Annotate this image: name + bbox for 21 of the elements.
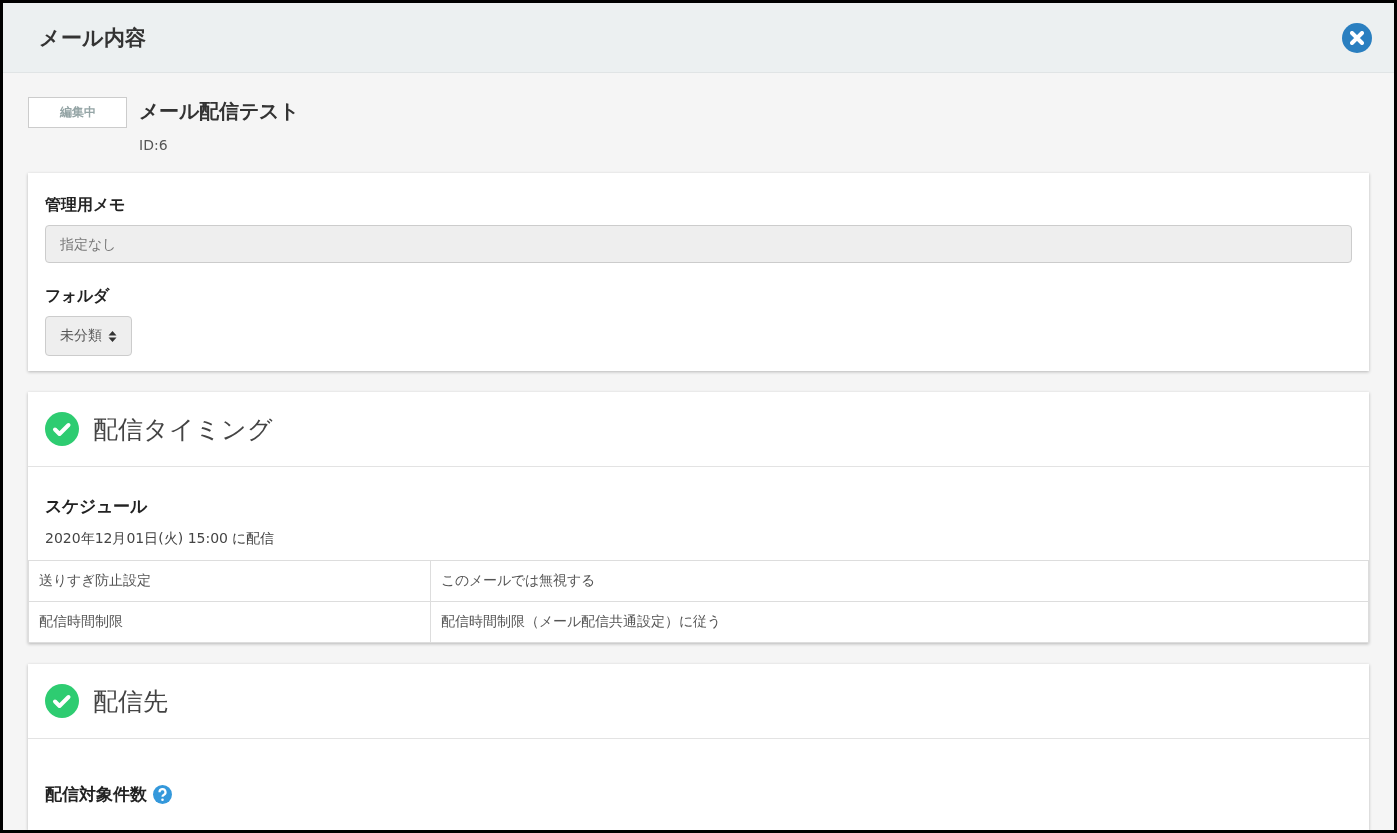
section-title: 配信タイミング [93, 413, 273, 446]
table-cell: このメールでは無視する [430, 560, 1369, 602]
memo-field[interactable]: 指定なし [45, 225, 1352, 263]
field-label: 管理用メモ [45, 195, 126, 216]
table-cell: 配信時間制限（メール配信共通設定）に従う [430, 601, 1369, 643]
folder-select[interactable]: 未分類 [45, 316, 132, 356]
dialog-title: メール内容 [39, 24, 146, 52]
section-title: 配信先 [93, 685, 168, 718]
subsection-title: スケジュール [45, 495, 147, 518]
close-button[interactable] [1342, 22, 1372, 53]
table-cell: 配信時間制限 [28, 601, 431, 643]
sort-arrows-icon [108, 329, 117, 343]
mail-id: ID:6 [139, 137, 169, 153]
status-badge: 編集中 [28, 97, 127, 128]
close-icon [1350, 30, 1364, 45]
table-cell: 送りすぎ防止設定 [28, 560, 431, 602]
schedule-text: 2020年12月01日(火) 15:00 に配信 [45, 530, 276, 548]
field-label: フォルダ [45, 286, 111, 307]
help-icon[interactable] [153, 785, 172, 804]
subsection-title: 配信対象件数 [45, 783, 147, 806]
mail-name: メール配信テスト [139, 98, 299, 125]
